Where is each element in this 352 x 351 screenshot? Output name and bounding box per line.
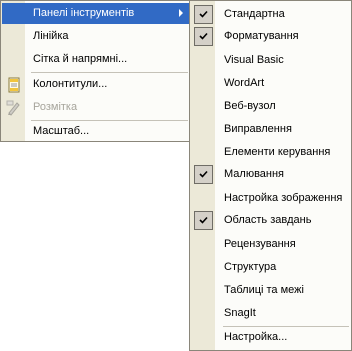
markup-icon	[6, 100, 22, 116]
checkmark-icon	[194, 165, 213, 184]
menu-item-ruler-label: Лінійка	[33, 30, 69, 42]
header-footer-icon	[6, 77, 22, 93]
toolbar-item-tables-borders[interactable]: Таблиці та межі	[191, 280, 350, 301]
toolbar-item-corrections-label: Виправлення	[224, 123, 292, 135]
toolbar-item-visual-basic-label: Visual Basic	[224, 54, 284, 66]
toolbar-item-customize[interactable]: Настройка...	[191, 327, 350, 348]
toolbar-item-snagit[interactable]: SnagIt	[191, 303, 350, 324]
toolbar-item-reviewing-label: Рецензування	[224, 238, 296, 250]
menu-item-grid-guides-label: Сітка й напрямні...	[33, 53, 128, 65]
menu-item-markup-label: Розмітка	[33, 101, 78, 113]
toolbars-submenu: Стандартна Форматування Visual Basic Wor…	[189, 0, 352, 351]
toolbar-item-wordart[interactable]: WordArt	[191, 73, 350, 94]
menu-item-header-footer[interactable]: Колонтитули...	[2, 74, 189, 95]
checkmark-icon	[194, 5, 213, 24]
toolbar-item-standard-label: Стандартна	[224, 8, 285, 20]
toolbar-item-customize-label: Настройка...	[224, 331, 288, 343]
toolbar-item-picture[interactable]: Настройка зображення	[191, 188, 350, 209]
menu-item-ruler[interactable]: Лінійка	[2, 26, 189, 47]
toolbar-item-drawing-label: Малювання	[224, 168, 285, 180]
view-menu: Панелі інструментів Лінійка Сітка й напр…	[0, 0, 191, 142]
toolbar-item-web-label: Веб-вузол	[224, 100, 276, 112]
toolbar-item-web[interactable]: Веб-вузол	[191, 96, 350, 117]
toolbar-item-reviewing-corrections[interactable]: Виправлення	[191, 119, 350, 140]
toolbar-item-tables-borders-label: Таблиці та межі	[224, 284, 304, 296]
toolbar-item-reviewing[interactable]: Рецензування	[191, 234, 350, 255]
toolbar-item-drawing[interactable]: Малювання	[191, 164, 350, 185]
toolbar-item-control-toolbox[interactable]: Елементи керування	[191, 142, 350, 163]
toolbar-item-task-pane-label: Область завдань	[224, 214, 312, 226]
menu-item-markup[interactable]: Розмітка	[2, 97, 189, 118]
toolbar-item-visual-basic[interactable]: Visual Basic	[191, 50, 350, 71]
menu-item-zoom-label: Масштаб...	[33, 125, 90, 137]
checkmark-icon	[194, 211, 213, 230]
toolbar-item-formatting-label: Форматування	[224, 30, 299, 42]
menu-separator	[31, 72, 188, 73]
menu-item-zoom[interactable]: Масштаб...	[2, 121, 189, 142]
toolbar-item-formatting[interactable]: Форматування	[191, 26, 350, 47]
toolbar-item-outlining-label: Структура	[224, 261, 277, 273]
menu-item-grid-guides[interactable]: Сітка й напрямні...	[2, 49, 189, 70]
toolbar-item-standard[interactable]: Стандартна	[191, 4, 350, 25]
menu-item-toolbars[interactable]: Панелі інструментів	[2, 3, 189, 24]
toolbar-item-outlining[interactable]: Структура	[191, 257, 350, 278]
toolbar-item-wordart-label: WordArt	[224, 77, 265, 89]
toolbar-item-task-pane[interactable]: Область завдань	[191, 210, 350, 231]
checkmark-icon	[194, 27, 213, 46]
toolbar-item-snagit-label: SnagIt	[224, 307, 256, 319]
toolbar-item-picture-label: Настройка зображення	[224, 192, 343, 204]
toolbar-item-control-toolbox-label: Елементи керування	[224, 146, 331, 158]
chevron-right-icon	[179, 9, 183, 17]
menu-item-header-footer-label: Колонтитули...	[33, 78, 108, 90]
menu-item-toolbars-label: Панелі інструментів	[33, 7, 135, 19]
